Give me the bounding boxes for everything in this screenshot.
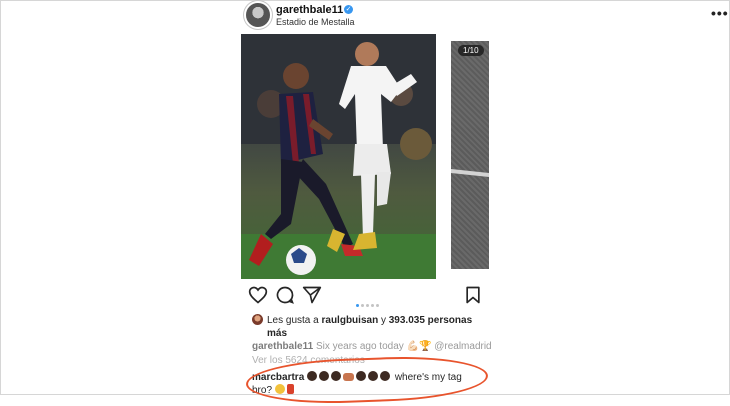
post-caption: garethbale11 Six years ago today 💪🏻🏆 @re… [252, 341, 502, 353]
post-header: garethbale11 ✓ Estadio de Mestalla ••• [241, 1, 728, 31]
likes-count[interactable]: 393.035 personas [389, 315, 472, 326]
carousel-dot [371, 304, 374, 307]
likes-text: Les gusta a raulgbuisan y 393.035 person… [267, 314, 487, 340]
pitch-line [451, 169, 489, 177]
bookmark-icon[interactable] [463, 285, 483, 305]
post-photo[interactable] [241, 34, 436, 279]
verified-check-icon: ✓ [344, 5, 353, 14]
share-icon[interactable] [302, 285, 322, 305]
likes-middle: y [380, 315, 386, 326]
more-options-icon[interactable]: ••• [711, 5, 729, 21]
likes-suffix[interactable]: más [267, 328, 287, 339]
carousel-dot [366, 304, 369, 307]
post-location[interactable]: Estadio de Mestalla [276, 17, 355, 27]
carousel-dots [356, 294, 381, 312]
heart-icon[interactable] [248, 285, 268, 305]
liker-avatar[interactable] [252, 314, 263, 325]
caption-text: Six years ago today 💪🏻🏆 @realmadrid [315, 341, 492, 352]
screenshot-frame: garethbale11 ✓ Estadio de Mestalla ••• 1… [0, 0, 730, 406]
comment-icon[interactable] [275, 285, 295, 305]
carousel-dot [376, 304, 379, 307]
likes-user[interactable]: raulgbuisan [322, 315, 379, 326]
carousel-counter: 1/10 [458, 45, 484, 56]
carousel-dot-active [356, 304, 359, 307]
carousel-dot [361, 304, 364, 307]
next-carousel-photo[interactable] [451, 41, 489, 269]
caption-username[interactable]: garethbale11 [252, 341, 313, 352]
post-username[interactable]: garethbale11 [276, 4, 343, 16]
avatar[interactable] [246, 3, 270, 27]
likes-prefix: Les gusta a [267, 315, 319, 326]
football-players-image [241, 34, 436, 279]
action-bar [241, 285, 486, 307]
